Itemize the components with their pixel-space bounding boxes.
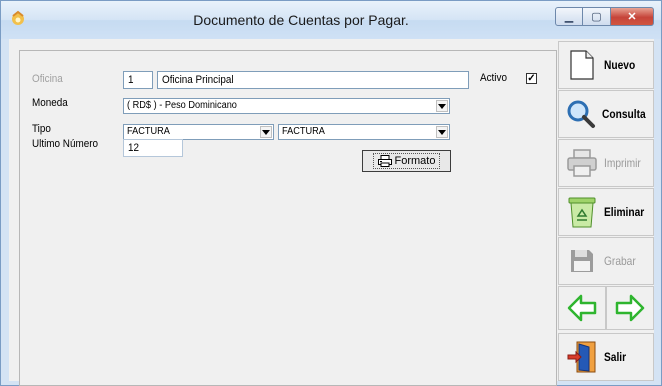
magnifier-icon: [567, 100, 595, 128]
title-bar[interactable]: Documento de Cuentas por Pagar. ▁ ▢ ✕: [1, 1, 661, 39]
chevron-down-icon[interactable]: [436, 100, 448, 112]
ultimo-numero-field[interactable]: 12: [123, 139, 183, 157]
tipo-selected-value-1: FACTURA: [127, 126, 170, 137]
tipo-select-1[interactable]: FACTURA: [123, 124, 274, 140]
moneda-select[interactable]: ( RD$ ) - Peso Dominicano: [123, 98, 450, 114]
oficina-code-field[interactable]: 1: [123, 71, 153, 89]
main-window: Documento de Cuentas por Pagar. ▁ ▢ ✕ Of…: [0, 0, 662, 386]
tipo-selected-value-2: FACTURA: [282, 126, 325, 137]
close-button[interactable]: ✕: [611, 7, 654, 26]
next-button[interactable]: [606, 286, 654, 330]
navigation-arrows: [558, 286, 654, 330]
imprimir-button[interactable]: Imprimir: [558, 139, 654, 187]
maximize-button[interactable]: ▢: [583, 7, 611, 26]
tipo-select-2[interactable]: FACTURA: [278, 124, 450, 140]
form-panel: Oficina 1 Oficina Principal Activo ✓ Mon…: [19, 50, 557, 386]
formato-button-label: Formato: [394, 155, 436, 167]
ultimo-numero-label: Ultimo Número: [32, 138, 99, 150]
nuevo-button[interactable]: Nuevo: [558, 41, 654, 89]
client-area: Oficina 1 Oficina Principal Activo ✓ Mon…: [9, 39, 654, 386]
imprimir-label: Imprimir: [604, 156, 641, 170]
minimize-icon: ▁: [564, 11, 574, 23]
moneda-label: Moneda: [32, 97, 68, 109]
activo-checkbox[interactable]: ✓: [526, 73, 537, 84]
maximize-icon: ▢: [591, 11, 602, 23]
tipo-label: Tipo: [32, 123, 51, 135]
previous-button[interactable]: [558, 286, 606, 330]
exit-door-icon: [567, 341, 596, 373]
window-controls: ▁ ▢ ✕: [555, 7, 654, 26]
minimize-button[interactable]: ▁: [555, 7, 583, 26]
activo-label: Activo: [480, 72, 507, 84]
nuevo-label: Nuevo: [604, 58, 636, 72]
consulta-button[interactable]: Consulta: [558, 90, 654, 138]
floppy-disk-icon: [571, 250, 593, 272]
recycle-bin-icon: [568, 197, 596, 228]
oficina-name-field[interactable]: Oficina Principal: [157, 71, 469, 89]
grabar-button[interactable]: Grabar: [558, 237, 654, 285]
printer-icon: [377, 155, 392, 167]
close-icon: ✕: [627, 11, 637, 23]
grabar-label: Grabar: [604, 254, 636, 268]
new-document-icon: [570, 50, 594, 80]
oficina-label: Oficina: [32, 73, 63, 85]
printer-icon: [567, 149, 597, 177]
eliminar-button[interactable]: Eliminar: [558, 188, 654, 236]
eliminar-label: Eliminar: [604, 205, 645, 219]
chevron-down-icon[interactable]: [436, 126, 448, 138]
chevron-down-icon[interactable]: [260, 126, 272, 138]
consulta-label: Consulta: [602, 107, 646, 121]
window-title: Documento de Cuentas por Pagar.: [193, 12, 409, 28]
salir-button[interactable]: Salir: [558, 333, 654, 381]
moneda-selected-value: ( RD$ ) - Peso Dominicano: [127, 100, 237, 111]
arrow-right-icon: [615, 294, 645, 322]
arrow-left-icon: [567, 294, 597, 322]
formato-button[interactable]: Formato: [362, 150, 451, 172]
salir-label: Salir: [604, 350, 627, 364]
